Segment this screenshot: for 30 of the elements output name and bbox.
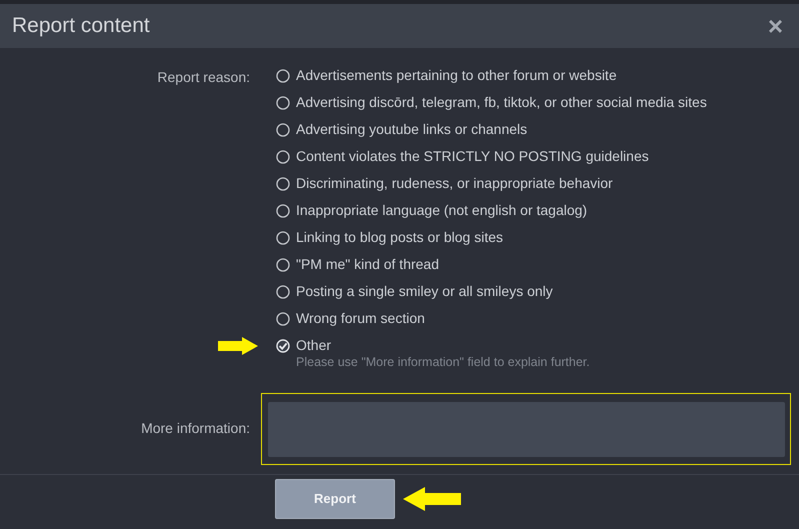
hint-text: Please use "More information" field to explain further. bbox=[295, 354, 591, 371]
radio-icon[interactable] bbox=[276, 150, 290, 164]
option-label[interactable]: Advertising discōrd, telegram, fb, tiktok, or other social media sites bbox=[296, 92, 707, 113]
close-button[interactable]: × bbox=[764, 13, 787, 39]
radio-icon[interactable] bbox=[276, 68, 290, 82]
arrow-icon bbox=[403, 484, 461, 513]
option-label[interactable]: "PM me" kind of thread bbox=[296, 254, 440, 275]
option-label[interactable]: Content violates the STRICTLY NO POSTING guidelines bbox=[296, 146, 649, 167]
radio-checked-icon[interactable] bbox=[276, 338, 290, 352]
option-label[interactable]: Linking to blog posts or blog sites bbox=[296, 227, 504, 248]
arrow-icon bbox=[218, 337, 258, 355]
option-label[interactable]: Other bbox=[296, 335, 332, 356]
dialog-title: Report content bbox=[12, 13, 150, 40]
field-label: Report reason: bbox=[157, 69, 250, 85]
option-label[interactable]: Posting a single smiley or all smileys only bbox=[296, 281, 553, 302]
radio-icon[interactable] bbox=[276, 258, 290, 272]
option-label[interactable]: Discriminating, rudeness, or inappropriate behavior bbox=[296, 173, 613, 194]
option-label[interactable]: Advertising youtube links or channels bbox=[296, 119, 528, 140]
radio-icon[interactable] bbox=[276, 230, 290, 244]
field-label: More information: bbox=[141, 420, 250, 436]
radio-icon[interactable] bbox=[276, 284, 290, 298]
radio-icon[interactable] bbox=[276, 176, 290, 190]
radio-icon[interactable] bbox=[276, 204, 290, 218]
radio-icon[interactable] bbox=[276, 96, 290, 110]
radio-icon[interactable] bbox=[276, 122, 290, 136]
option-label[interactable]: Wrong forum section bbox=[296, 308, 425, 329]
input-field[interactable] bbox=[268, 402, 785, 457]
radio-icon[interactable] bbox=[276, 312, 290, 326]
option-label[interactable]: Advertisements pertaining to other forum or website bbox=[296, 65, 617, 86]
option-label[interactable]: Inappropriate language (not english or tagalog) bbox=[296, 200, 588, 221]
